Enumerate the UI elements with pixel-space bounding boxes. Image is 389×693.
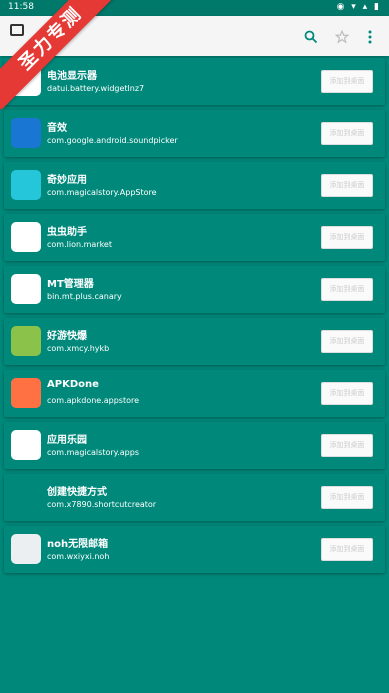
list-item[interactable]: MT管理器 bin.mt.plus.canary 添加到桌面 (4, 266, 385, 313)
app-list: 电池显示器 datui.battery.widgetlnz7 添加到桌面 音效 com.… (4, 58, 385, 578)
window-icon[interactable] (10, 24, 24, 36)
list-item[interactable]: noh无限邮箱 com.wxiyxi.noh 添加到桌面 (4, 526, 385, 573)
list-item[interactable]: 音效 com.google.android.soundpicker 添加到桌面 (4, 110, 385, 157)
add-shortcut-button[interactable]: 添加到桌面 (321, 70, 373, 93)
status-time: 11:58 (8, 2, 34, 12)
hykb-icon (11, 326, 41, 356)
add-shortcut-button[interactable]: 添加到桌面 (321, 122, 373, 145)
app-package: com.xmcy.hykb (47, 344, 110, 353)
app-name: APKDone (47, 379, 99, 390)
mt-icon (11, 274, 41, 304)
add-shortcut-button[interactable]: 添加到桌面 (321, 434, 373, 457)
list-item[interactable]: 电池显示器 datui.battery.widgetlnz7 添加到桌面 (4, 58, 385, 105)
mail-icon (11, 534, 41, 564)
add-shortcut-button[interactable]: 添加到桌面 (321, 382, 373, 405)
app-name: 奇妙应用 (47, 175, 87, 186)
app-name: noh无限邮箱 (47, 539, 109, 550)
app-package: com.lion.market (47, 240, 112, 249)
app-package: bin.mt.plus.canary (47, 292, 122, 301)
search-icon[interactable] (300, 26, 322, 48)
app-package: com.google.android.soundpicker (47, 136, 178, 145)
add-shortcut-button[interactable]: 添加到桌面 (321, 174, 373, 197)
list-item[interactable]: APKDone com.apkdone.appstore 添加到桌面 (4, 370, 385, 417)
apkdone-icon (11, 378, 41, 408)
list-item[interactable]: 应用乐园 com.magicalstory.apps 添加到桌面 (4, 422, 385, 469)
android-icon (11, 430, 41, 460)
app-package: com.magicalstory.AppStore (47, 188, 157, 197)
more-vert-icon[interactable] (359, 26, 381, 48)
star-icon[interactable] (331, 26, 353, 48)
status-icons: ◉ ▾ ▴ ▮ (336, 2, 381, 12)
add-shortcut-button[interactable]: 添加到桌面 (321, 226, 373, 249)
app-package: datui.battery.widgetlnz7 (47, 84, 145, 93)
app-name: 应用乐园 (47, 435, 87, 446)
list-item[interactable]: 奇妙应用 com.magicalstory.AppStore 添加到桌面 (4, 162, 385, 209)
app-name: 创建快捷方式 (47, 487, 107, 498)
app-package: com.x7890.shortcutcreator (47, 500, 157, 509)
shortcut-icon (11, 482, 41, 512)
app-name: 音效 (47, 123, 67, 134)
app-name: 虫虫助手 (47, 227, 87, 238)
app-name: 电池显示器 (47, 71, 97, 82)
list-item[interactable]: 创建快捷方式 com.x7890.shortcutcreator 添加到桌面 (4, 474, 385, 521)
chong-icon (11, 222, 41, 252)
list-item[interactable]: 虫虫助手 com.lion.market 添加到桌面 (4, 214, 385, 261)
app-name: 好游快爆 (47, 331, 87, 342)
add-shortcut-button[interactable]: 添加到桌面 (321, 278, 373, 301)
add-shortcut-button[interactable]: 添加到桌面 (321, 330, 373, 353)
app-package: com.apkdone.appstore (47, 396, 140, 405)
list-item[interactable]: 好游快爆 com.xmcy.hykb 添加到桌面 (4, 318, 385, 365)
add-shortcut-button[interactable]: 添加到桌面 (321, 538, 373, 561)
app-name: MT管理器 (47, 279, 94, 290)
magic-icon (11, 170, 41, 200)
app-package: com.magicalstory.apps (47, 448, 139, 457)
add-shortcut-button[interactable]: 添加到桌面 (321, 486, 373, 509)
soundpicker-icon (11, 118, 41, 148)
app-package: com.wxiyxi.noh (47, 552, 110, 561)
